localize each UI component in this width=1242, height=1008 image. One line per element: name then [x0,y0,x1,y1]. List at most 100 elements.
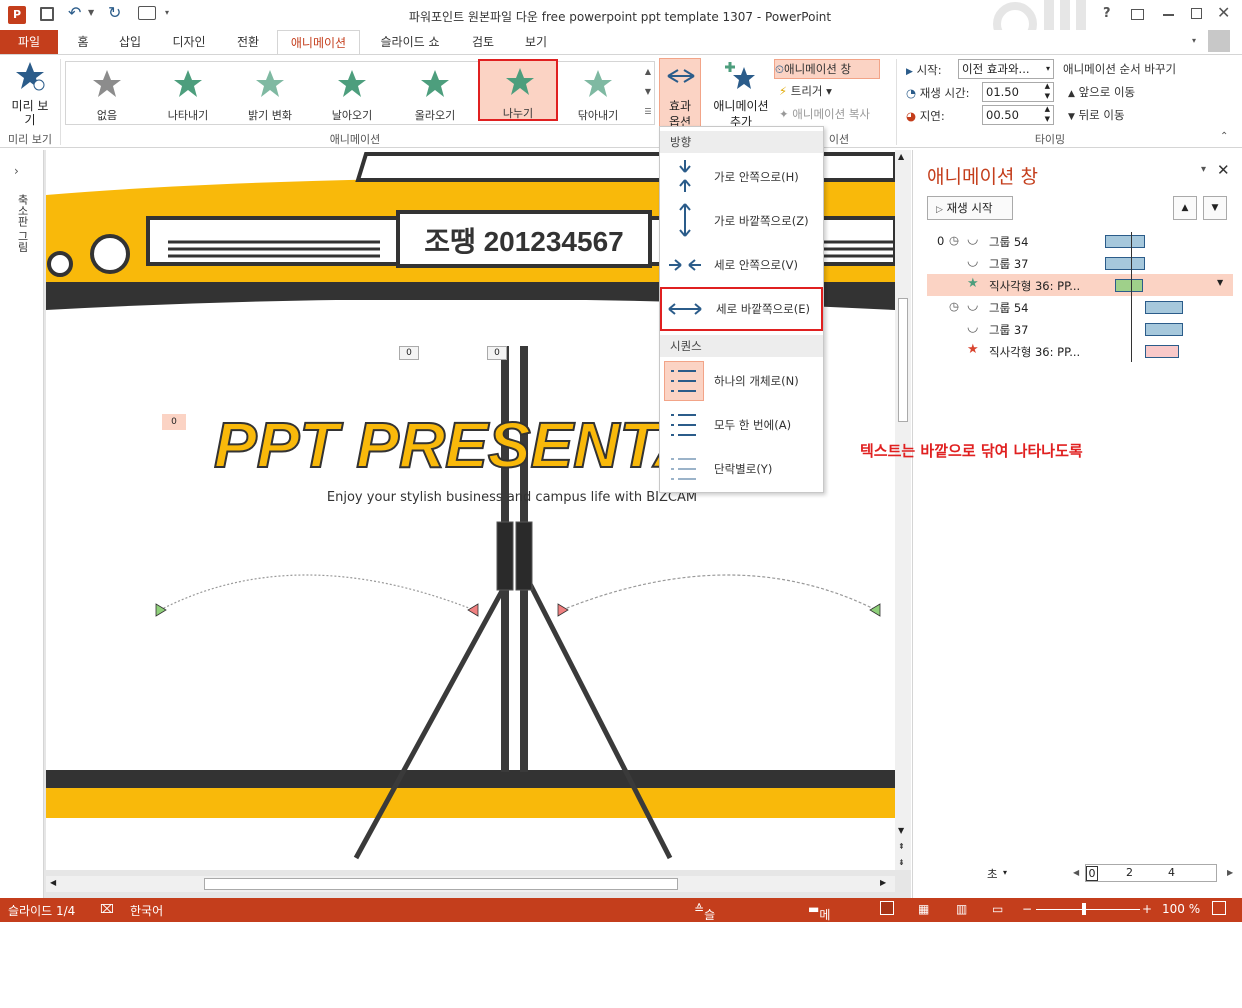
animation-list-item[interactable]: ★ 직사각형 36: PP... [927,340,1233,362]
timeline-bar[interactable] [1145,323,1183,336]
anim-tag[interactable]: 0 [487,346,507,360]
save-icon[interactable] [40,7,54,21]
redo-icon[interactable]: ↻ [108,3,121,22]
zoom-out-icon[interactable]: − [1022,902,1032,916]
tab-file[interactable]: 파일 [0,30,58,54]
fit-slide-icon[interactable] [1212,901,1226,915]
zoom-slider[interactable] [1036,909,1140,910]
vertical-scrollbar[interactable]: ▲ ▼ ⇞ ⇟ [895,150,911,870]
item-dropdown-icon[interactable]: ▼ [1217,278,1223,287]
animation-list-item[interactable]: 0 ◷ ◡ 그룹 54 [927,230,1233,252]
slide-title[interactable]: PPT PRESENTA [214,408,674,482]
tab-view[interactable]: 보기 [514,30,558,54]
menu-item-by-paragraph[interactable]: 단락별로(Y) [660,447,823,491]
tab-review[interactable]: 검토 [462,30,504,54]
duration-stepper[interactable]: 01.50 ▲ ▼ [982,82,1054,102]
thumbnail-pane-collapsed[interactable]: › 축소판 그림 [0,150,44,898]
scroll-down-icon[interactable]: ▼ [898,826,904,835]
animation-pane-button[interactable]: ⏲애니메이션 창 [774,59,880,79]
start-select[interactable]: 이전 효과와... ▾ [958,59,1054,79]
menu-item-all-at-once[interactable]: 모두 한 번에(A) [660,403,823,447]
timeline-bar[interactable] [1145,301,1183,314]
move-down-icon[interactable]: ▼ [1203,196,1227,220]
timeline-left-icon[interactable]: ◀ [1073,868,1079,877]
preview-button[interactable]: 미리 보 기 [4,59,56,129]
notes-button[interactable]: ≙ 슬라이드 노트 [694,902,715,1007]
menu-item-horizontal-in[interactable]: 가로 안쪽으로(H) [660,155,823,199]
gallery-item-0[interactable]: 없음 [67,63,147,122]
tab-transitions[interactable]: 전환 [226,30,270,54]
gallery-scroll-down[interactable]: ▼ [642,83,654,101]
collapse-ribbon-icon[interactable]: ⌃ [1220,131,1228,142]
zoom-in-icon[interactable]: + [1142,902,1152,916]
gallery-item-2[interactable]: 밝기 변화 [230,63,310,122]
scroll-right-icon[interactable]: ▶ [880,878,886,887]
close-pane-icon[interactable]: ✕ [1217,161,1230,179]
gallery-scroll-up[interactable]: ▲ [642,63,654,81]
slide-sorter-icon[interactable]: ▦ [918,902,929,916]
move-earlier-button[interactable]: ▲ 앞으로 이동 [1068,84,1135,100]
effect-options-button[interactable]: 효과 옵션 [659,58,701,129]
timeline-bar[interactable] [1115,279,1143,292]
play-from-button[interactable]: ▷ 재생 시작 [927,196,1013,220]
horizontal-scrollbar[interactable]: ◀ ▶ [46,876,895,892]
expand-thumbnails-icon[interactable]: › [14,164,19,178]
gallery-more[interactable]: ☰ [642,103,654,121]
undo-dropdown-icon[interactable]: ▼ [88,8,94,17]
powerpoint-app-icon[interactable]: P [8,6,26,24]
account-dropdown-icon[interactable]: ▾ [1192,36,1196,45]
close-icon[interactable]: ✕ [1217,3,1230,22]
anim-tag[interactable]: 0 [162,414,186,430]
prev-slide-icon[interactable]: ⇞ [898,842,905,851]
minimize-icon[interactable] [1163,14,1174,16]
tab-animations[interactable]: 애니메이션 [277,30,360,54]
menu-item-vertical-out[interactable]: 세로 바깥쪽으로(E) [660,287,823,331]
spell-check-icon[interactable]: ⌧ [100,902,114,916]
maximize-icon[interactable] [1191,8,1202,19]
move-later-button[interactable]: ▼ 뒤로 이동 [1068,107,1125,123]
gallery-item-3[interactable]: 날아오기 [312,63,392,122]
zoom-level[interactable]: 100 % [1162,902,1200,916]
animation-list-item[interactable]: ★ 직사각형 36: PP... ▼ [927,274,1233,296]
reading-view-icon[interactable]: ▥ [956,902,967,916]
help-button[interactable]: ? [1103,6,1111,21]
zoom-slider-thumb[interactable] [1082,903,1086,915]
next-slide-icon[interactable]: ⇟ [898,858,905,867]
animation-list-item[interactable]: ◡ 그룹 37 [927,318,1233,340]
language-indicator[interactable]: 한국어 [130,902,163,919]
timeline-bar[interactable] [1105,235,1145,248]
tab-insert[interactable]: 삽입 [108,30,152,54]
animation-painter-button[interactable]: ✦ 애니메이션 복사 [779,106,891,124]
delay-stepper[interactable]: 00.50 ▲ ▼ [982,105,1054,125]
gallery-item-6[interactable]: 닦아내기 [558,63,638,122]
animation-list-item[interactable]: ◷ ◡ 그룹 54 [927,296,1233,318]
undo-icon[interactable]: ↶ [68,3,81,22]
add-animation-button[interactable]: 애니메이션 추가 [708,59,774,129]
trigger-button[interactable]: ⚡ 트리거 ▾ [779,83,859,101]
gallery-item-1[interactable]: 나타내기 [148,63,228,122]
timeline-right-icon[interactable]: ▶ [1227,868,1233,877]
scroll-left-icon[interactable]: ◀ [50,878,56,887]
menu-item-vertical-in[interactable]: 세로 안쪽으로(V) [660,243,823,287]
slideshow-view-icon[interactable]: ▭ [992,902,1003,916]
start-slideshow-icon[interactable] [138,6,156,20]
timeline-bar[interactable] [1145,345,1179,358]
menu-item-horizontal-out[interactable]: 가로 바깥쪽으로(Z) [660,199,823,243]
timeline-bar[interactable] [1105,257,1145,270]
pane-options-icon[interactable]: ▾ [1201,164,1206,175]
menu-item-as-one-object[interactable]: 하나의 개체로(N) [660,359,823,403]
anim-tag[interactable]: 0 [399,346,419,360]
scroll-thumb[interactable] [898,298,908,422]
tab-home[interactable]: 홈 [64,30,102,54]
animation-list-item[interactable]: ◡ 그룹 37 [927,252,1233,274]
gallery-item-4[interactable]: 올라오기 [395,63,475,122]
normal-view-icon[interactable] [880,901,894,915]
scroll-up-icon[interactable]: ▲ [898,152,904,161]
seconds-label[interactable]: 초 [987,866,998,882]
tab-design[interactable]: 디자인 [160,30,218,54]
slide-indicator[interactable]: 슬라이드 1/4 [8,902,75,919]
gallery-item-5[interactable]: 나누기 [478,59,558,121]
comments-button[interactable]: ▬ 메모 [808,902,830,939]
seconds-dropdown-icon[interactable]: ▾ [1003,868,1007,877]
ribbon-display-options-icon[interactable] [1131,9,1144,20]
